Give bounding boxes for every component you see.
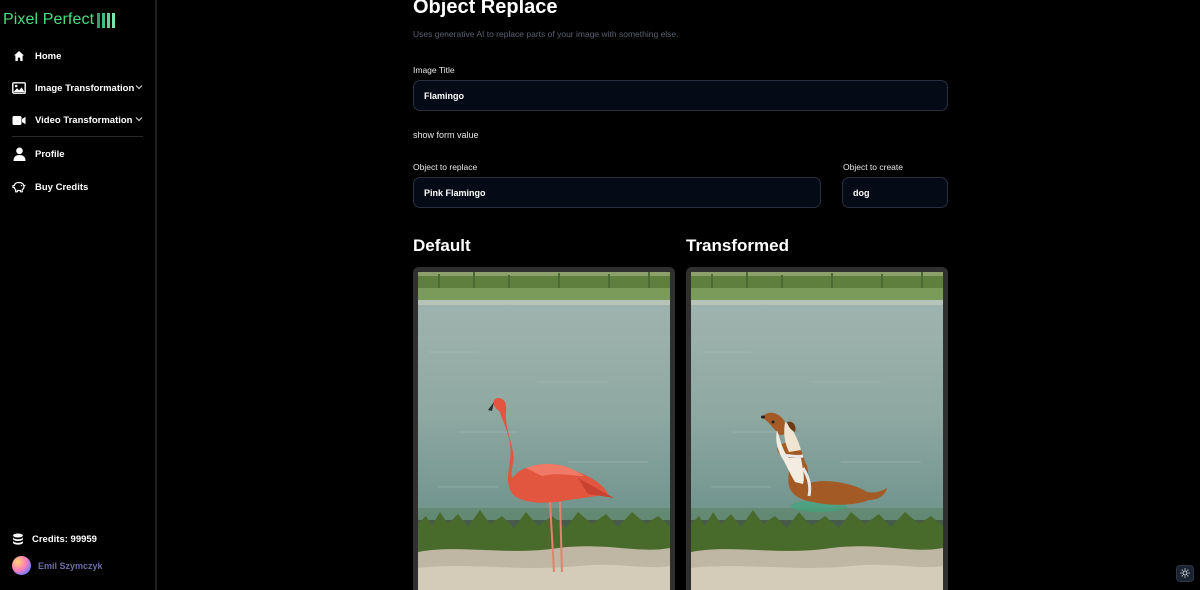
brand-bars-icon: [97, 12, 116, 28]
transformed-image[interactable]: [691, 272, 943, 590]
object-replace-input[interactable]: Pink Flamingo: [413, 177, 821, 208]
brand-name: Pixel Perfect: [3, 11, 95, 28]
chevron-down-icon[interactable]: [135, 115, 143, 123]
chevron-down-icon[interactable]: [135, 83, 143, 91]
show-form-value-button[interactable]: show form value: [413, 130, 479, 140]
credits-text: Credits: 99959: [32, 534, 97, 545]
default-image[interactable]: [418, 272, 670, 590]
avatar[interactable]: [12, 556, 31, 575]
sidebar-item-label: Buy Credits: [35, 181, 89, 193]
sidebar-nav: Home Image Transformation Video Transfor…: [0, 40, 155, 203]
default-image-frame: [413, 267, 675, 590]
coins-stack-icon: [12, 533, 24, 546]
object-create-input[interactable]: dog: [842, 177, 948, 208]
default-title: Default: [413, 236, 471, 255]
object-create-label: Object to create: [843, 162, 904, 172]
object-create-value: dog: [853, 187, 870, 198]
sidebar-item-video-transformation[interactable]: Video Transformation: [0, 104, 155, 136]
image-icon: [12, 81, 26, 95]
image-title-value: Flamingo: [424, 90, 464, 101]
object-replace-value: Pink Flamingo: [424, 187, 486, 198]
sidebar-item-home[interactable]: Home: [0, 40, 155, 72]
sidebar-item-label: Image Transformation: [35, 82, 135, 94]
object-replace-label: Object to replace: [413, 162, 478, 172]
piggy-bank-icon: [12, 180, 26, 194]
page-subtitle: Uses generative AI to replace parts of y…: [413, 29, 679, 39]
sidebar-item-profile[interactable]: Profile: [0, 137, 155, 171]
page-title: Object Replace: [413, 0, 558, 18]
home-icon: [12, 49, 26, 63]
image-title-label: Image Title: [413, 65, 455, 75]
user-icon: [12, 147, 26, 161]
sidebar-item-label: Home: [35, 50, 62, 62]
sidebar-item-label: Profile: [35, 148, 65, 160]
sidebar: Pixel Perfect Home Image Transformation …: [0, 0, 157, 590]
brand-logo[interactable]: Pixel Perfect: [3, 10, 116, 30]
image-title-input[interactable]: Flamingo: [413, 80, 948, 111]
user-profile-link[interactable]: Emil Szymczyk: [12, 556, 103, 575]
sidebar-item-label: Video Transformation: [35, 114, 133, 126]
theme-toggle-button[interactable]: [1176, 565, 1194, 582]
sun-icon: [1180, 565, 1190, 583]
user-name: Emil Szymczyk: [38, 560, 103, 571]
transformed-image-frame: [686, 267, 948, 590]
video-icon: [12, 113, 26, 127]
sidebar-item-buy-credits[interactable]: Buy Credits: [0, 171, 155, 203]
credits-display: Credits: 99959: [12, 533, 97, 546]
transformed-title: Transformed: [686, 236, 789, 255]
sidebar-item-image-transformation[interactable]: Image Transformation: [0, 72, 155, 104]
